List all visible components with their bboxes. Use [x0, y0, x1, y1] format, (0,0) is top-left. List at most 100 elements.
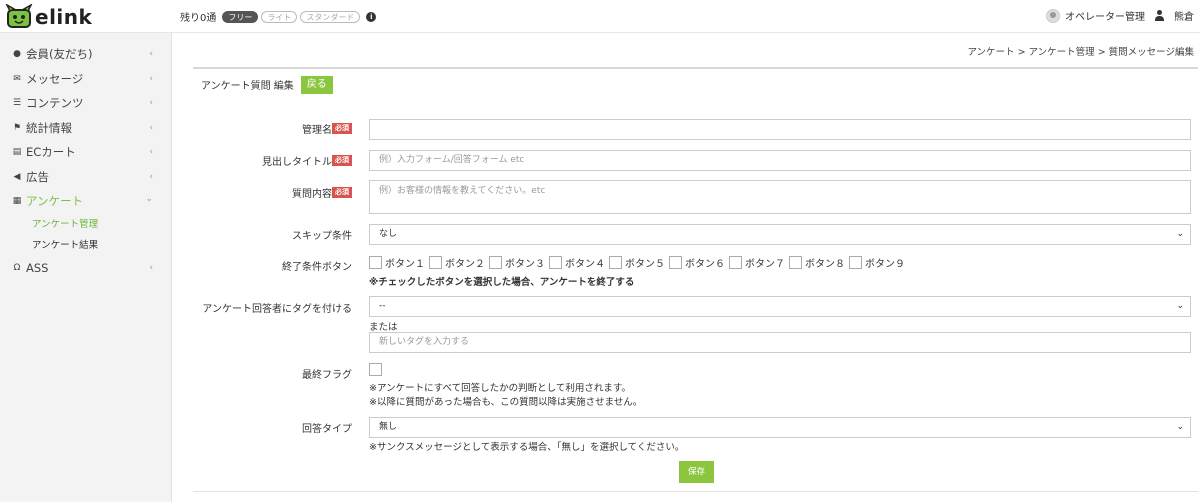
sidebar-item-label: ECカート — [26, 145, 76, 160]
new-tag-input[interactable]: 新しいタグを入力する — [369, 332, 1191, 353]
chevron-down-icon: ⌄ — [1176, 229, 1184, 239]
admin-name-row: 管理名 必須 — [193, 119, 1198, 140]
sidebar-item-label: コンテンツ — [26, 96, 84, 111]
logo[interactable]: elink — [5, 3, 92, 31]
chevron-left-icon: ‹ — [149, 73, 153, 84]
top-bar: elink 残り0通 フリー ライト スタンダード i オペレーター管理 熊倉 — [0, 0, 1200, 33]
envelope-icon: ✉ — [13, 73, 21, 84]
sidebar-subitem-survey-management[interactable]: アンケート管理 — [0, 214, 171, 235]
sidebar-item-survey[interactable]: ▦ アンケート ⌄ — [0, 189, 171, 214]
divider — [193, 491, 1198, 492]
sidebar-item-label: 広告 — [26, 169, 49, 184]
plan-standard-badge: スタンダード — [300, 10, 361, 23]
tag-label: アンケート回答者にタグを付ける — [202, 304, 352, 315]
flag-icon: ⚑ — [12, 122, 22, 133]
headset-icon: Ω — [13, 262, 21, 273]
info-icon[interactable]: i — [366, 11, 377, 22]
skip-select[interactable]: なし ⌄ — [369, 224, 1191, 245]
end-button-7-label: ボタン７ — [745, 259, 785, 270]
user-menu[interactable]: オペレーター管理 熊倉 — [1046, 8, 1194, 23]
answer-type-select[interactable]: 無し ⌄ — [369, 417, 1191, 438]
sidebar: ● 会員(友だち) ‹ ✉ メッセージ ‹ ☰ コンテンツ ‹ ⚑ 統計情報 ‹… — [0, 33, 172, 502]
end-button-9-label: ボタン９ — [865, 259, 905, 270]
tag-select[interactable]: -- ⌄ — [369, 296, 1191, 317]
sidebar-item-members[interactable]: ● 会員(友だち) ‹ — [0, 42, 171, 67]
chevron-left-icon: ‹ — [149, 171, 153, 182]
end-button-6-checkbox[interactable] — [669, 256, 682, 269]
end-buttons-row: 終了条件ボタン ボタン１ ボタン２ ボタン３ ボタン４ ボタン５ ボタン６ ボタ… — [193, 255, 1198, 288]
chevron-left-icon: ‹ — [149, 49, 153, 59]
back-button[interactable]: 戻る — [300, 75, 333, 94]
sidebar-item-messages[interactable]: ✉ メッセージ ‹ — [0, 67, 171, 92]
end-buttons-checkboxes: ボタン１ ボタン２ ボタン３ ボタン４ ボタン５ ボタン６ ボタン７ ボタン８ … — [369, 255, 909, 270]
sidebar-item-label: 統計情報 — [26, 120, 72, 135]
question-textarea[interactable]: 例）お客様の情報を教えてください。etc — [369, 180, 1191, 214]
end-button-5-checkbox[interactable] — [609, 256, 622, 269]
sidebar-item-label: メッセージ — [26, 71, 84, 86]
logo-text: elink — [35, 5, 93, 29]
chevron-left-icon: ‹ — [149, 122, 153, 133]
end-button-3-label: ボタン３ — [505, 259, 545, 270]
heading-label: 見出しタイトル 必須 — [262, 153, 352, 168]
quota-text: 残り0通 — [180, 13, 217, 24]
final-flag-row: 最終フラグ ※アンケートにすべて回答したかの判断として利用されます。 ※以降に質… — [193, 363, 1198, 409]
end-button-1-label: ボタン１ — [385, 259, 425, 270]
end-buttons-note: ※チェックしたボタンを選択した場合、アンケートを終了する — [369, 277, 635, 288]
sidebar-item-ass[interactable]: Ω ASS ‹ — [0, 256, 171, 281]
end-button-7-checkbox[interactable] — [729, 256, 742, 269]
sidebar-item-ads[interactable]: ◀ 広告 ‹ — [0, 165, 171, 190]
chevron-left-icon: ‹ — [149, 98, 153, 108]
end-button-9-checkbox[interactable] — [849, 256, 862, 269]
end-button-5-label: ボタン５ — [625, 259, 665, 270]
question-label: 質問内容 必須 — [292, 185, 352, 200]
megaphone-icon: ◀ — [13, 171, 21, 182]
end-button-2-label: ボタン２ — [445, 259, 485, 270]
chevron-down-icon: ⌄ — [1176, 422, 1184, 432]
survey-icon: ▦ — [12, 196, 22, 207]
end-button-8-label: ボタン８ — [805, 259, 845, 270]
final-flag-label: 最終フラグ — [302, 370, 352, 381]
answer-type-note: ※サンクスメッセージとして表示する場合、「無し」を選択してください。 — [369, 442, 685, 453]
avatar — [1046, 8, 1060, 23]
end-button-3-checkbox[interactable] — [489, 256, 502, 269]
user-icon — [1155, 10, 1164, 21]
required-badge: 必須 — [332, 155, 352, 166]
required-badge: 必須 — [332, 187, 352, 198]
heading-input[interactable]: 例）入力フォーム/回答フォーム etc — [369, 150, 1191, 171]
end-button-8-checkbox[interactable] — [789, 256, 802, 269]
user-role: オペレーター管理 — [1065, 12, 1145, 23]
answer-type-label: 回答タイプ — [302, 424, 352, 435]
end-buttons-label: 終了条件ボタン — [282, 262, 352, 273]
sidebar-item-statistics[interactable]: ⚑ 統計情報 ‹ — [0, 116, 171, 141]
user-icon: ● — [13, 49, 21, 60]
admin-name-label-text: 管理名 — [302, 125, 332, 136]
final-flag-note-2: ※以降に質問があった場合も、この質問以降は実施させません。 — [369, 397, 643, 408]
admin-name-label: 管理名 必須 — [302, 121, 352, 136]
answer-type-row: 回答タイプ 無し ⌄ ※サンクスメッセージとして表示する場合、「無し」を選択して… — [193, 417, 1198, 453]
final-flag-note-1: ※アンケートにすべて回答したかの判断として利用されます。 — [369, 383, 631, 394]
tag-select-value: -- — [379, 301, 386, 311]
quota-area: 残り0通 フリー ライト スタンダード i — [180, 9, 377, 24]
save-button[interactable]: 保存 — [679, 461, 714, 483]
tag-row: アンケート回答者にタグを付ける -- ⌄ または 新しいタグを入力する — [193, 296, 1198, 354]
heading-label-text: 見出しタイトル — [262, 157, 332, 168]
sidebar-subitem-survey-results[interactable]: アンケート結果 — [0, 235, 171, 256]
sidebar-item-ec-cart[interactable]: ▤ ECカート ‹ — [0, 140, 171, 165]
chevron-down-icon: ⌄ — [145, 194, 153, 204]
sidebar-item-contents[interactable]: ☰ コンテンツ ‹ — [0, 91, 171, 116]
final-flag-checkbox[interactable] — [369, 363, 382, 376]
end-button-1-checkbox[interactable] — [369, 256, 382, 269]
chevron-left-icon: ‹ — [149, 262, 153, 273]
sidebar-item-label: ASS — [26, 260, 49, 275]
list-icon: ☰ — [12, 98, 22, 109]
admin-name-input[interactable] — [369, 119, 1191, 140]
end-button-2-checkbox[interactable] — [429, 256, 442, 269]
question-label-text: 質問内容 — [292, 189, 332, 200]
logo-icon — [5, 4, 33, 28]
skip-label: スキップ条件 — [292, 231, 352, 242]
cart-icon: ▤ — [12, 147, 22, 158]
breadcrumb: アンケート > アンケート管理 > 質問メッセージ編集 — [967, 47, 1194, 58]
end-button-4-checkbox[interactable] — [549, 256, 562, 269]
or-text: または — [369, 322, 398, 333]
user-name: 熊倉 — [1174, 12, 1194, 23]
